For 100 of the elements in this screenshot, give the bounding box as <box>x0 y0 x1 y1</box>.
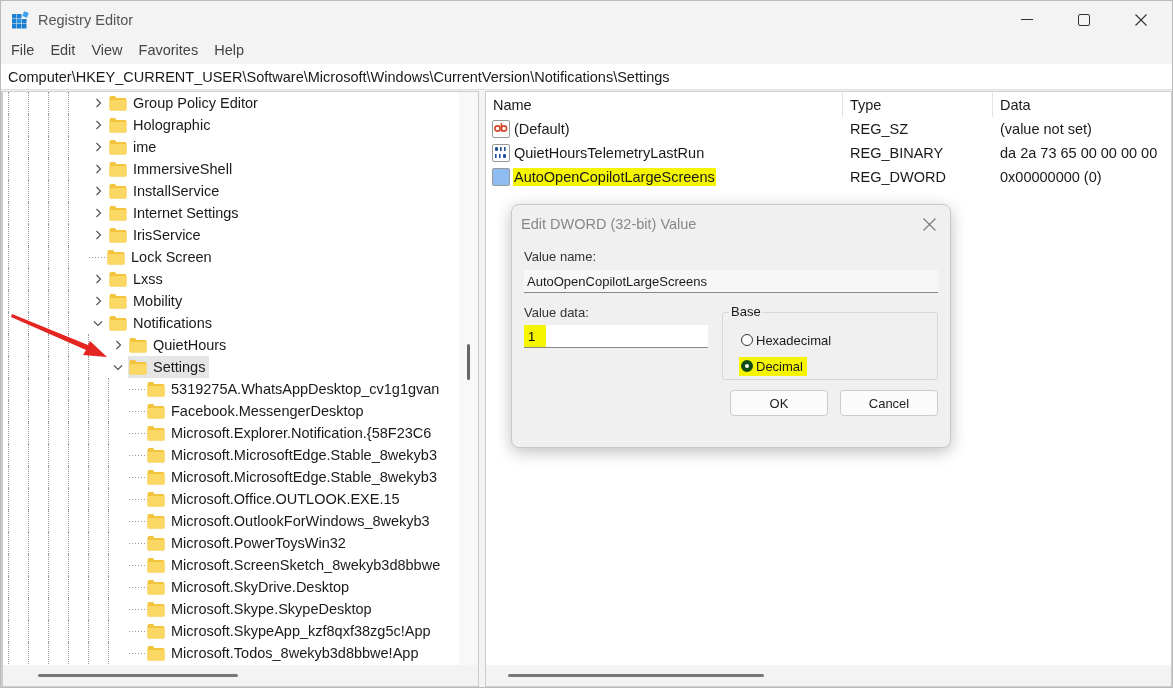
value-name[interactable]: QuietHoursTelemetryLastRun <box>513 144 706 162</box>
value-name-field[interactable]: AutoOpenCopilotLargeScreens <box>524 270 938 293</box>
folder-icon <box>147 645 165 661</box>
chevron-right-icon[interactable] <box>94 142 102 152</box>
tree-item[interactable]: Microsoft.Skype.SkypeDesktop <box>146 598 376 620</box>
folder-icon <box>129 359 147 375</box>
tree-item[interactable]: Microsoft.Office.OUTLOOK.EXE.15 <box>146 488 404 510</box>
table-cell-text: REG_BINARY <box>849 145 945 161</box>
field-label: Value data: <box>524 305 590 320</box>
tree-item[interactable]: Microsoft.Explorer.Notification.{58F23C6 <box>146 422 436 444</box>
registry-editor-icon <box>12 10 30 29</box>
value-name[interactable]: AutoOpenCopilotLargeScreens <box>513 168 716 186</box>
table-cell-text: REG_SZ <box>849 121 909 137</box>
menu-item[interactable]: File <box>3 42 43 58</box>
radio-button[interactable]: Hexadecimal <box>739 330 836 350</box>
maximize-icon[interactable] <box>1078 13 1090 26</box>
folder-icon <box>129 337 147 353</box>
tree-item[interactable]: Lock Screen <box>106 246 216 268</box>
tree-item[interactable]: Microsoft.OutlookForWindows_8wekyb3 <box>146 510 434 532</box>
folder-icon <box>109 183 127 199</box>
tree-item[interactable]: Microsoft.Todos_8wekyb3d8bbwe!App <box>146 642 423 664</box>
menu-item[interactable]: View <box>83 42 131 58</box>
tree-item[interactable]: 5319275A.WhatsAppDesktop_cv1g1gvan <box>146 378 444 400</box>
chevron-right-icon[interactable] <box>94 186 102 196</box>
tree-item[interactable]: Microsoft.MicrosoftEdge.Stable_8wekyb3 <box>146 466 441 488</box>
value-data-field[interactable]: 1 <box>524 325 708 348</box>
tree-item[interactable]: Mobility <box>108 290 187 312</box>
scrollbar-thumb[interactable] <box>467 344 470 380</box>
chevron-right-icon[interactable] <box>94 164 102 174</box>
tree-item[interactable]: Facebook.MessengerDesktop <box>146 400 368 422</box>
tree-item[interactable]: InstallService <box>108 180 224 202</box>
folder-icon <box>109 227 127 243</box>
chevron-right-icon[interactable] <box>94 274 102 284</box>
dialog-title: Edit DWORD (32-bit) Value <box>521 216 697 232</box>
tree-item[interactable]: ImmersiveShell <box>108 158 237 180</box>
table-cell-text: REG_DWORD <box>849 169 947 185</box>
tree-item[interactable]: Notifications <box>108 312 216 334</box>
column-header[interactable]: Data <box>993 93 1171 117</box>
close-icon[interactable] <box>1135 13 1147 26</box>
column-header[interactable]: Type <box>843 93 993 117</box>
tree-item[interactable]: Internet Settings <box>108 202 243 224</box>
folder-icon <box>109 315 127 331</box>
folder-icon <box>109 271 127 287</box>
tree-item[interactable]: Microsoft.SkypeApp_kzf8qxf38zg5c!App <box>146 620 435 642</box>
cancel-button[interactable]: Cancel <box>840 390 938 416</box>
chevron-right-icon[interactable] <box>114 340 122 350</box>
folder-icon <box>147 601 165 617</box>
field-label: Value name: <box>524 249 598 264</box>
chevron-right-icon[interactable] <box>94 98 102 108</box>
tree-item[interactable]: Holographic <box>108 114 215 136</box>
scrollbar-thumb[interactable] <box>508 674 764 677</box>
chevron-down-icon[interactable] <box>93 319 103 327</box>
tree-item[interactable]: Microsoft.SkyDrive.Desktop <box>146 576 354 598</box>
value-name[interactable]: (Default) <box>513 120 571 138</box>
folder-icon <box>109 205 127 221</box>
table-cell-text: da 2a 73 65 00 00 00 00 <box>999 145 1159 161</box>
folder-icon <box>109 161 127 177</box>
tree-item[interactable]: Microsoft.PowerToysWin32 <box>146 532 350 554</box>
tree-item[interactable]: QuietHours <box>128 334 231 356</box>
window-title: Registry Editor <box>38 11 134 28</box>
folder-icon <box>107 249 125 265</box>
scrollbar-thumb[interactable] <box>38 674 238 677</box>
folder-icon <box>147 381 165 397</box>
folder-icon <box>147 535 165 551</box>
tree-item[interactable]: Microsoft.MicrosoftEdge.Stable_8wekyb3 <box>146 444 441 466</box>
folder-icon <box>147 469 165 485</box>
menu-item[interactable]: Help <box>206 42 252 58</box>
folder-icon <box>147 403 165 419</box>
chevron-right-icon[interactable] <box>94 208 102 218</box>
tree-item[interactable]: ime <box>108 136 161 158</box>
menu-item[interactable]: Edit <box>42 42 84 58</box>
radio-button[interactable]: Decimal <box>739 356 807 376</box>
folder-icon <box>147 623 165 639</box>
folder-icon <box>147 513 165 529</box>
table-cell-text: 0x00000000 (0) <box>999 169 1103 185</box>
chevron-right-icon[interactable] <box>94 230 102 240</box>
tree-item[interactable]: Group Policy Editor <box>108 92 262 114</box>
chevron-right-icon[interactable] <box>94 120 102 130</box>
tree-item[interactable]: Settings <box>128 356 210 378</box>
folder-icon <box>147 425 165 441</box>
address-bar[interactable]: Computer\HKEY_CURRENT_USER\Software\Microsoft\Windows\CurrentVersion\Notifications\Settings <box>1 64 1172 90</box>
folder-icon <box>147 579 165 595</box>
folder-icon <box>109 117 127 133</box>
minimize-icon[interactable] <box>1021 18 1033 21</box>
folder-icon <box>109 139 127 155</box>
chevron-down-icon[interactable] <box>113 363 123 371</box>
tree-item[interactable]: Microsoft.ScreenSketch_8wekyb3d8bbwe <box>146 554 445 576</box>
folder-icon <box>109 95 127 111</box>
group-label: Base <box>729 304 763 319</box>
radio-circle-icon[interactable] <box>741 334 753 346</box>
menu-item[interactable]: Favorites <box>130 42 207 58</box>
radio-circle-icon[interactable] <box>741 360 753 372</box>
tree-item[interactable]: IrisService <box>108 224 205 246</box>
folder-icon <box>109 293 127 309</box>
ok-button[interactable]: OK <box>730 390 828 416</box>
tree-item[interactable]: Lxss <box>108 268 167 290</box>
folder-icon <box>147 557 165 573</box>
folder-icon <box>147 447 165 463</box>
chevron-right-icon[interactable] <box>94 296 102 306</box>
column-header[interactable]: Name <box>486 93 843 117</box>
